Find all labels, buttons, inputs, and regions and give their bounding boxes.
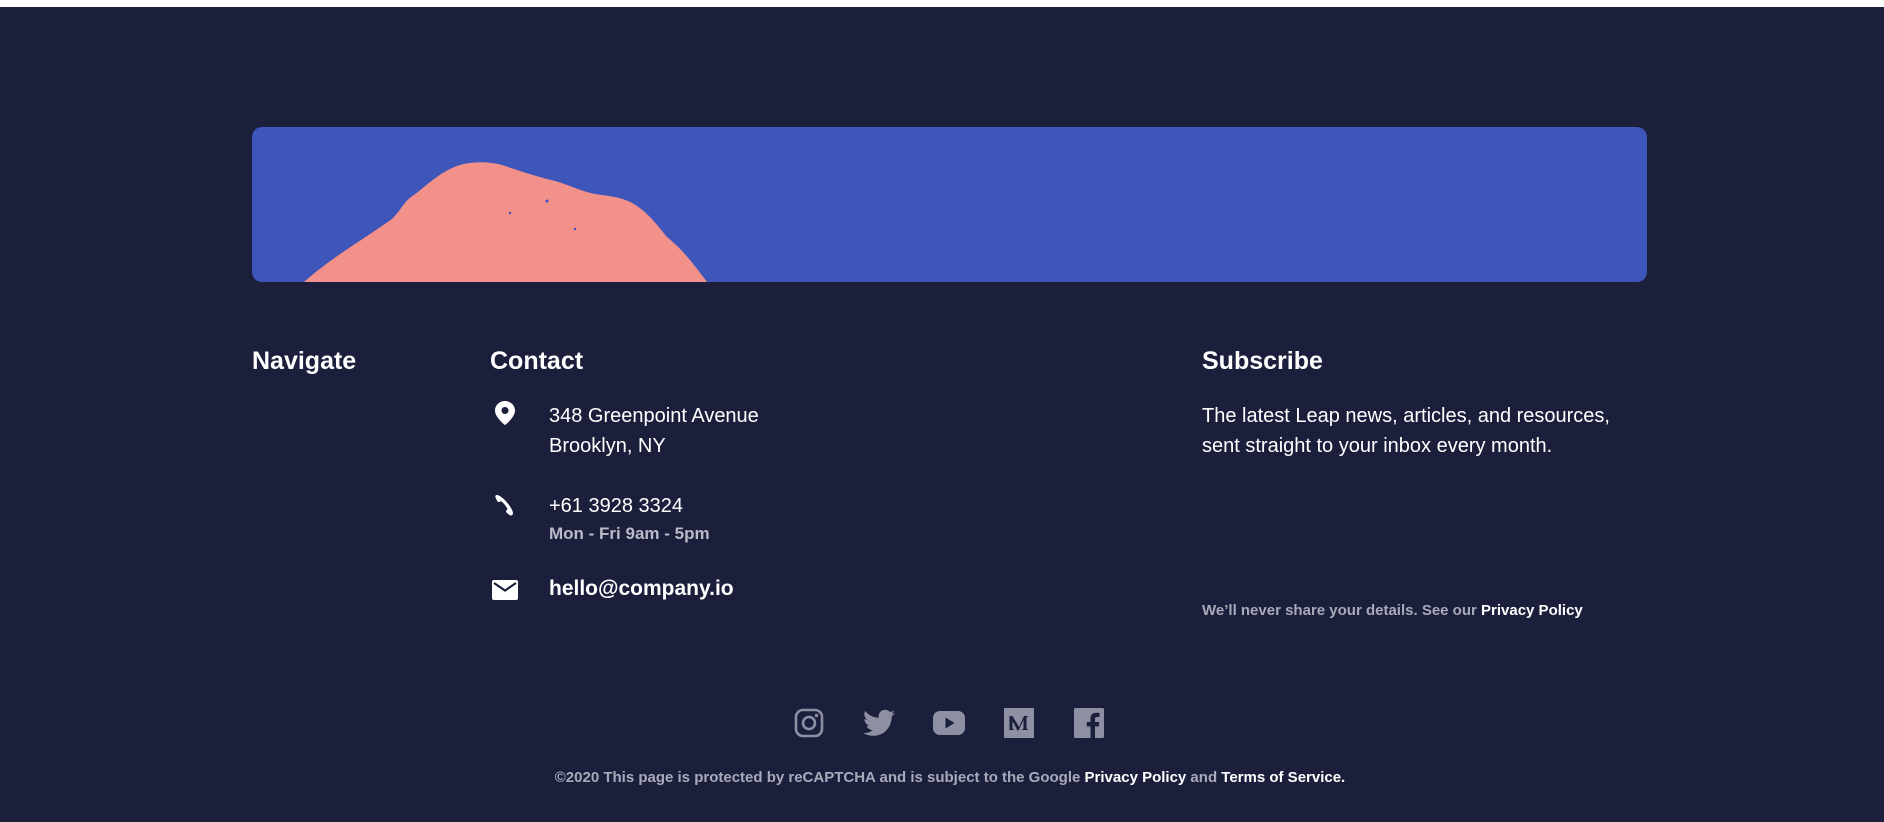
phone-icon xyxy=(491,491,519,519)
instagram-icon[interactable] xyxy=(793,707,825,739)
youtube-icon[interactable] xyxy=(933,707,965,739)
subscribe-description: The latest Leap news, articles, and reso… xyxy=(1202,405,1610,457)
footer: Navigate Contact 348 Greenpoint Avenue B… xyxy=(0,7,1884,822)
phone-hours: Mon - Fri 9am - 5pm xyxy=(549,524,710,543)
banner-image xyxy=(252,127,1647,282)
disclaimer-privacy-link[interactable]: Privacy Policy xyxy=(1481,602,1583,619)
subscribe-title: Subscribe xyxy=(1202,347,1323,375)
disclaimer-text: We’ll never share your details. See our xyxy=(1202,602,1482,619)
navigate-title: Navigate xyxy=(252,347,357,375)
address-line-1: 348 Greenpoint Avenue xyxy=(549,405,759,427)
banner-illustration xyxy=(304,162,707,282)
address-line-2: Brooklyn, NY xyxy=(549,435,666,457)
twitter-icon[interactable] xyxy=(863,707,895,739)
mail-icon xyxy=(491,576,519,604)
phone-number: +61 3928 3324 xyxy=(549,495,684,517)
medium-icon[interactable] xyxy=(1003,707,1035,739)
terms-link[interactable]: Terms of Service. xyxy=(1221,769,1345,786)
legal-and: and xyxy=(1186,769,1222,786)
contact-title: Contact xyxy=(490,347,584,375)
location-pin-icon xyxy=(491,399,519,427)
email-link[interactable]: hello@company.io xyxy=(549,577,734,601)
legal-privacy-link[interactable]: Privacy Policy xyxy=(1085,769,1187,786)
legal-text: ©2020 This page is protected by reCAPTCH… xyxy=(554,769,1085,786)
coral-shape xyxy=(304,162,707,282)
facebook-icon[interactable] xyxy=(1073,707,1105,739)
legal-line: ©2020 This page is protected by reCAPTCH… xyxy=(0,769,1884,786)
subscribe-disclaimer: We’ll never share your details. See our … xyxy=(1202,602,1583,619)
